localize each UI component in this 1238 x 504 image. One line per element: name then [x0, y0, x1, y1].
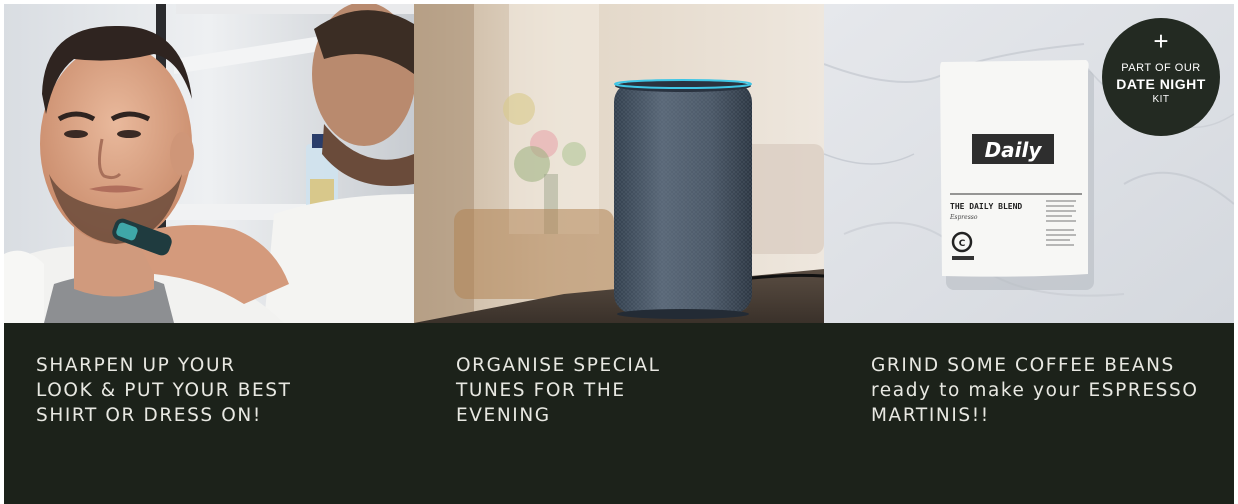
- caption-text: SHARPEN UP YOUR LOOK & PUT YOUR BEST SHI…: [36, 353, 396, 428]
- svg-text:C: C: [959, 239, 966, 249]
- badge-line-3: KIT: [1152, 94, 1170, 105]
- badge-line-1: PART OF OUR: [1121, 62, 1201, 74]
- card-sharpen-up[interactable]: SHARPEN UP YOUR LOOK & PUT YOUR BEST SHI…: [4, 4, 414, 504]
- caption-line: ready to make your ESPRESSO: [871, 380, 1199, 401]
- caption-line: EVENING: [456, 405, 551, 426]
- caption-line: SHIRT OR DRESS ON!: [36, 405, 262, 426]
- feature-row: SHARPEN UP YOUR LOOK & PUT YOUR BEST SHI…: [4, 4, 1234, 504]
- caption-text: GRIND SOME COFFEE BEANS ready to make yo…: [871, 353, 1231, 428]
- caption-line: TUNES FOR THE: [456, 380, 626, 401]
- shaving-image: [4, 4, 414, 323]
- speaker-image: [414, 4, 824, 323]
- caption-line: ORGANISE SPECIAL: [456, 355, 661, 376]
- bag-subtitle: Espresso: [949, 214, 978, 221]
- caption-line: MARTINIS!!: [871, 405, 990, 426]
- plus-icon: +: [1153, 26, 1169, 56]
- bag-brand: Daily: [985, 138, 1043, 162]
- caption-line: SHARPEN UP YOUR: [36, 355, 236, 376]
- coffee-bag-image: Daily THE DAILY BLEND Espresso C + PART …: [824, 4, 1234, 323]
- caption-panel: ORGANISE SPECIAL TUNES FOR THE EVENING: [414, 323, 824, 504]
- card-grind-coffee[interactable]: Daily THE DAILY BLEND Espresso C + PART …: [824, 4, 1234, 504]
- bag-product: THE DAILY BLEND: [950, 202, 1022, 211]
- caption-panel: SHARPEN UP YOUR LOOK & PUT YOUR BEST SHI…: [4, 323, 414, 504]
- caption-panel: GRIND SOME COFFEE BEANS ready to make yo…: [824, 323, 1234, 504]
- caption-line: LOOK & PUT YOUR BEST: [36, 380, 292, 401]
- caption-text: ORGANISE SPECIAL TUNES FOR THE EVENING: [456, 353, 816, 428]
- date-night-kit-badge[interactable]: + PART OF OUR DATE NIGHT KIT: [1102, 18, 1220, 136]
- badge-line-2: DATE NIGHT: [1116, 76, 1206, 92]
- card-organise-tunes[interactable]: ORGANISE SPECIAL TUNES FOR THE EVENING: [414, 4, 824, 504]
- caption-line: GRIND SOME COFFEE BEANS: [871, 355, 1175, 376]
